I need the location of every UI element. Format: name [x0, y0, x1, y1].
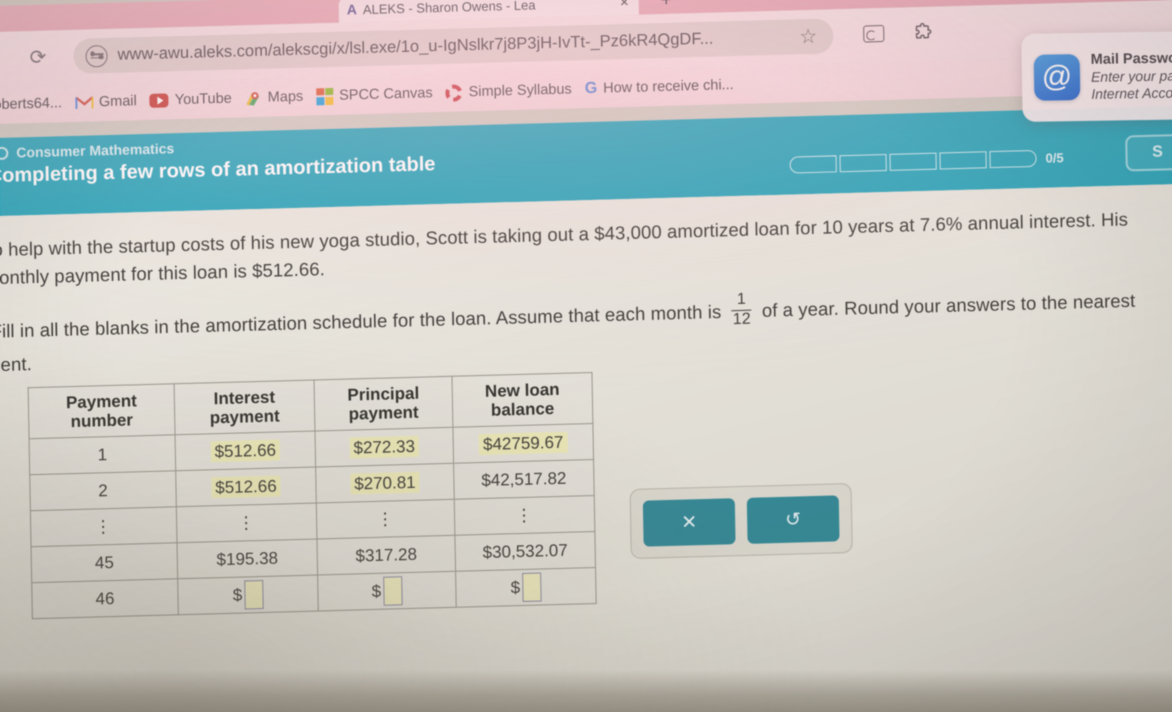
- side-panel-icon[interactable]: [863, 24, 885, 43]
- new-tab-button[interactable]: +: [660, 0, 672, 12]
- value-highlighted: $272.33: [349, 435, 420, 459]
- cell-interest-payment: $195.38: [177, 539, 318, 579]
- course-breadcrumb: Consumer Mathematics: [0, 140, 174, 161]
- cell-payment-number: 46: [31, 578, 179, 619]
- cell-payment-number: 45: [31, 542, 178, 583]
- bookmark-maps-label: Maps: [267, 88, 304, 106]
- cell-payment-number: 1: [29, 434, 176, 475]
- cell-ellipsis: ⋮: [176, 503, 317, 543]
- close-tab-icon[interactable]: ×: [620, 0, 631, 11]
- mail-password-notification[interactable]: @ Mail Passwo Enter your pa Internet Acc…: [1021, 30, 1172, 122]
- problem-statement-2: Fill in all the blanks in the amortizati…: [0, 282, 1171, 379]
- dollar-sign: $: [510, 577, 521, 597]
- header-action-button[interactable]: S: [1125, 133, 1172, 172]
- dollar-sign: $: [232, 585, 243, 605]
- dollar-sign: $: [371, 581, 382, 601]
- bookmark-spcc-label: SPCC Canvas: [339, 85, 433, 104]
- youtube-icon: [149, 93, 169, 108]
- one-twelfth-fraction: 1 12: [731, 290, 752, 330]
- tab-title: ALEKS - Sharon Owens - Lea: [362, 0, 536, 17]
- screen-photo: A ALEKS - Sharon Owens - Lea × + › ⟳ www…: [0, 0, 1172, 712]
- answer-controls-panel: ✕ ↺: [629, 483, 853, 560]
- problem-instruction-a: Fill in all the blanks in the amortizati…: [0, 300, 722, 342]
- progress-count-label: 0/5: [1045, 150, 1064, 166]
- aleks-favicon: A: [346, 1, 357, 18]
- progress-pips: [789, 149, 1037, 174]
- cell-ellipsis: ⋮: [316, 499, 455, 540]
- new-loan-balance-input[interactable]: [521, 572, 542, 603]
- bookmark-youtube-label: YouTube: [174, 90, 232, 109]
- fraction-numerator: 1: [736, 290, 747, 309]
- column-header-principal-payment: Principal payment: [314, 376, 453, 432]
- browser-chrome: A ALEKS - Sharon Owens - Lea × + › ⟳ www…: [0, 0, 1172, 125]
- progress-pip: [839, 153, 887, 173]
- problem-statement-1: To help with the startup costs of his ne…: [0, 208, 1129, 289]
- cell-ellipsis: ⋮: [454, 495, 595, 536]
- cell-new-loan-balance: $42759.67: [452, 423, 594, 464]
- progress-indicator: 0/5: [789, 149, 1064, 174]
- maps-icon: [245, 89, 262, 106]
- bookmark-howto-label: How to receive chi...: [603, 77, 734, 97]
- value-highlighted: $512.66: [210, 439, 281, 462]
- fraction-denominator: 12: [732, 311, 751, 329]
- problem-area: To help with the startup costs of his ne…: [0, 183, 1172, 712]
- cell-interest-input[interactable]: $: [177, 575, 319, 615]
- progress-pip: [939, 151, 987, 170]
- google-icon: G: [584, 79, 598, 98]
- course-name: Consumer Mathematics: [16, 140, 175, 161]
- microsoft-icon: [316, 87, 334, 105]
- cell-ellipsis: ⋮: [30, 506, 178, 547]
- cell-balance-input[interactable]: $: [455, 567, 597, 608]
- progress-pip: [789, 155, 837, 174]
- cell-payment-number: 2: [29, 470, 177, 511]
- cell-new-loan-balance: $30,532.07: [454, 531, 596, 572]
- cell-principal-payment: $317.28: [316, 535, 456, 576]
- column-header-new-loan-balance: New loan balance: [451, 372, 593, 428]
- notification-line-1: Enter your pa: [1090, 67, 1172, 85]
- cell-new-loan-balance: $42,517.82: [453, 459, 595, 500]
- cell-principal-payment: $272.33: [314, 427, 454, 468]
- bookmark-profile-label: - s_roberts64...: [0, 95, 63, 114]
- bookmark-star-icon[interactable]: ☆: [799, 24, 817, 49]
- mail-app-icon: @: [1033, 54, 1081, 101]
- undo-button[interactable]: ↺: [746, 495, 840, 544]
- desk-surface: [0, 670, 1172, 712]
- progress-pip: [989, 149, 1037, 169]
- progress-pip: [889, 152, 937, 171]
- cell-interest-payment: $512.66: [175, 431, 316, 471]
- bookmark-how-to-receive[interactable]: G How to receive chi...: [585, 77, 734, 97]
- interest-payment-input[interactable]: [243, 580, 264, 610]
- column-header-interest-payment: Interest payment: [174, 380, 315, 435]
- url-text: www-awu.aleks.com/alekscgi/x/lsl.exe/1o_…: [117, 29, 714, 64]
- column-header-payment-number: Payment number: [28, 383, 176, 439]
- cell-interest-payment: $512.66: [175, 467, 317, 507]
- aleks-page: Consumer Mathematics Completing a few ro…: [0, 105, 1172, 712]
- amortization-table: Payment number Interest payment Principa…: [27, 371, 597, 620]
- cell-principal-payment: $270.81: [315, 463, 455, 504]
- extensions-puzzle-icon[interactable]: [913, 22, 933, 43]
- course-dot-icon: [0, 146, 9, 160]
- value-highlighted: $270.81: [350, 471, 420, 495]
- bookmark-youtube[interactable]: YouTube: [149, 90, 232, 109]
- bookmark-profile[interactable]: - s_roberts64...: [0, 95, 62, 114]
- tilted-screen-content: A ALEKS - Sharon Owens - Lea × + › ⟳ www…: [0, 0, 1172, 712]
- value-highlighted: $42759.67: [478, 431, 568, 455]
- notification-line-2: Internet Accou: [1091, 84, 1172, 102]
- bookmark-gmail[interactable]: Gmail: [74, 93, 137, 111]
- site-settings-icon[interactable]: [85, 44, 108, 68]
- bookmark-maps[interactable]: Maps: [245, 88, 304, 107]
- bookmark-syllabus-label: Simple Syllabus: [468, 81, 572, 101]
- bookmark-simple-syllabus[interactable]: Simple Syllabus: [445, 81, 572, 102]
- notification-title: Mail Passwo: [1090, 50, 1172, 68]
- gmail-icon: [74, 95, 94, 109]
- reload-icon[interactable]: ⟳: [29, 45, 46, 70]
- principal-payment-input[interactable]: [382, 576, 403, 606]
- cell-principal-input[interactable]: $: [317, 571, 457, 612]
- bookmark-gmail-label: Gmail: [98, 93, 137, 111]
- simple-syllabus-icon: [445, 83, 463, 102]
- value-highlighted: $512.66: [211, 475, 281, 498]
- clear-answer-button[interactable]: ✕: [642, 498, 736, 547]
- bookmark-spcc-canvas[interactable]: SPCC Canvas: [316, 85, 433, 105]
